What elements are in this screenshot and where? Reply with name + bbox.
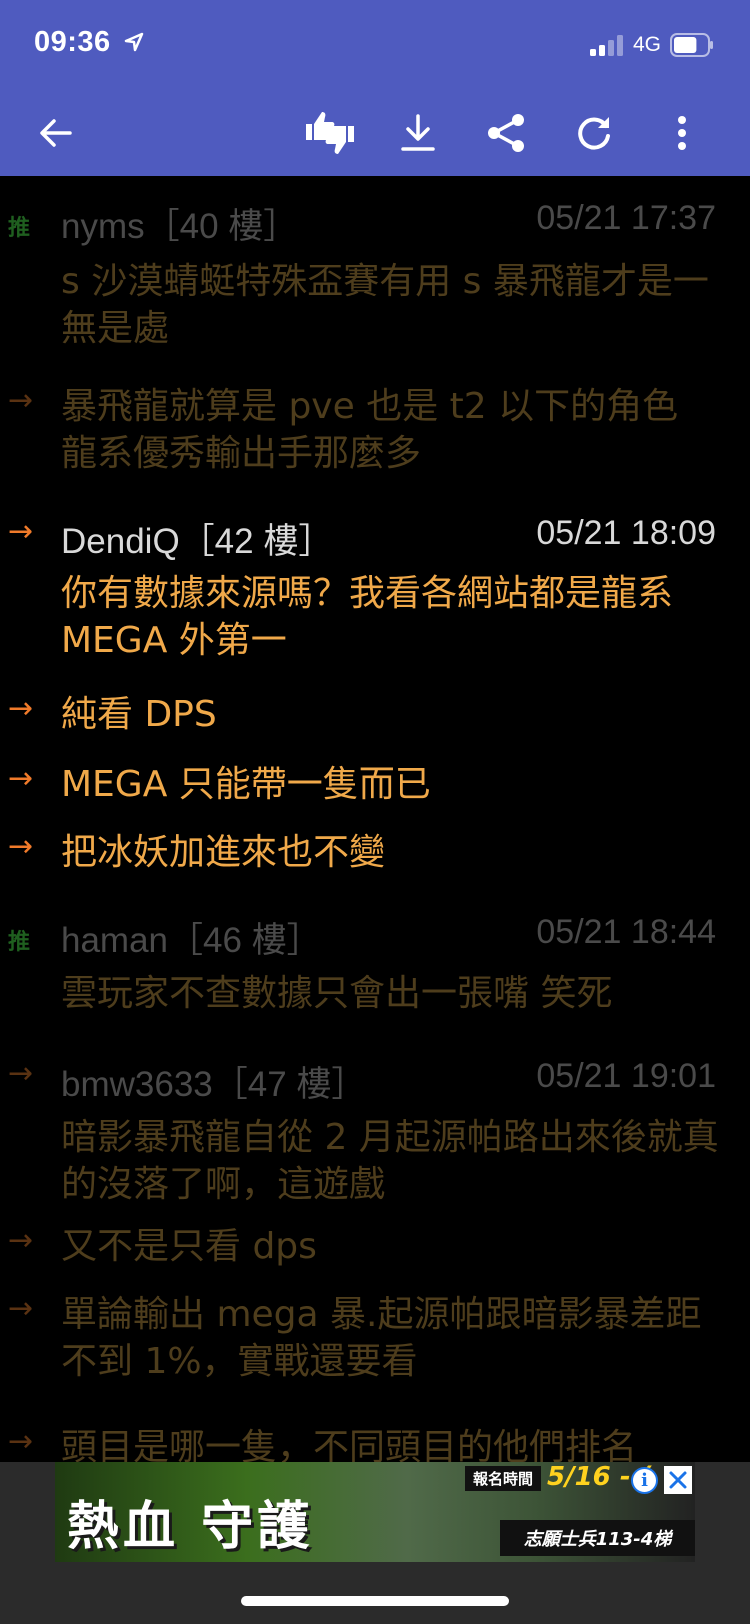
arrow-tag: → xyxy=(8,829,34,864)
push-tag: 推 xyxy=(8,930,31,955)
network-type: 4G xyxy=(633,33,662,56)
ad-caption: 志願士兵113-4梯 xyxy=(500,1520,695,1556)
back-arrow-icon xyxy=(40,119,72,147)
refresh-button[interactable] xyxy=(566,105,622,161)
comment-time: 05/21 19:01 xyxy=(536,1057,716,1095)
battery-icon xyxy=(670,33,713,57)
arrow-tag: → xyxy=(8,514,34,549)
ad-title: 熱血 守護 xyxy=(67,1497,314,1557)
comment-text: 你有數據來源嗎？我看各網站都是龍系 MEGA 外第一 xyxy=(61,573,674,661)
comment-text: 把冰妖加進來也不變 xyxy=(61,832,386,873)
comment-time: 05/21 18:09 xyxy=(536,514,716,552)
comment-user[interactable]: DendiQ［42 樓］ xyxy=(61,513,333,564)
arrow-tag: → xyxy=(8,691,34,726)
comment-text: 純看 DPS xyxy=(61,694,217,735)
ad-info-icon[interactable]: i xyxy=(631,1467,658,1494)
app-bar: 09:36 4G xyxy=(0,0,750,176)
comment-text: 又不是只看 dps xyxy=(61,1226,317,1267)
location-arrow-icon xyxy=(124,32,144,52)
arrow-tag: → xyxy=(8,383,34,418)
download-button[interactable] xyxy=(390,105,446,161)
banner-ad[interactable]: 熱血 守護 報名時間 5/16 - ( 志願士兵113-4梯 xyxy=(55,1462,695,1562)
comment-user[interactable]: haman［46 樓］ xyxy=(61,912,322,963)
comment-text: 頭目是哪一隻，不同頭目的他們排名 xyxy=(61,1427,638,1462)
ad-close-button[interactable] xyxy=(664,1466,692,1494)
ad-badge: 報名時間 xyxy=(465,1466,542,1491)
arrow-tag: → xyxy=(8,1223,34,1258)
share-icon xyxy=(488,114,524,152)
arrow-tag: → xyxy=(8,1291,34,1326)
arrow-tag: → xyxy=(8,1056,34,1091)
close-icon xyxy=(669,1471,687,1489)
refresh-icon xyxy=(578,117,610,150)
comment-text: 單論輸出 mega 暴.起源帕跟暗影暴差距不到 1%，實戰還要看 xyxy=(61,1294,702,1382)
comment-time: 05/21 18:44 xyxy=(536,913,716,951)
home-indicator[interactable] xyxy=(241,1596,509,1606)
comment-text: s 沙漠蜻蜓特殊盃賽有用 s 暴飛龍才是一無是處 xyxy=(61,261,709,349)
download-icon xyxy=(401,114,435,151)
more-vert-icon xyxy=(678,116,686,150)
vote-button[interactable] xyxy=(302,105,358,161)
comment-user[interactable]: nyms［40 樓］ xyxy=(61,198,298,249)
push-tag: 推 xyxy=(8,216,31,241)
back-button[interactable] xyxy=(28,105,84,161)
cellular-signal-icon xyxy=(590,34,626,56)
arrow-tag: → xyxy=(8,761,34,796)
share-button[interactable] xyxy=(478,105,534,161)
comment-text: 暴飛龍就算是 pve 也是 t2 以下的角色 龍系優秀輸出手那麼多 xyxy=(61,386,679,474)
comment-time: 05/21 17:37 xyxy=(536,199,716,237)
status-time: 09:36 xyxy=(34,26,111,58)
arrow-tag: → xyxy=(8,1424,34,1459)
comment-list: 推 nyms［40 樓］ 05/21 17:37 s 沙漠蜻蜓特殊盃賽有用 s … xyxy=(0,176,750,1462)
comment-text: MEGA 只能帶一隻而已 xyxy=(61,764,431,805)
thumbs-up-down-icon xyxy=(306,112,354,154)
comment-text: 雲玩家不查數據只會出一張嘴 笑死 xyxy=(61,973,613,1014)
more-options-button[interactable] xyxy=(654,105,710,161)
comment-user[interactable]: bmw3633［47 樓］ xyxy=(61,1056,366,1107)
comment-text: 暗影暴飛龍自從 2 月起源帕路出來後就真的沒落了啊，這遊戲 xyxy=(61,1117,719,1205)
